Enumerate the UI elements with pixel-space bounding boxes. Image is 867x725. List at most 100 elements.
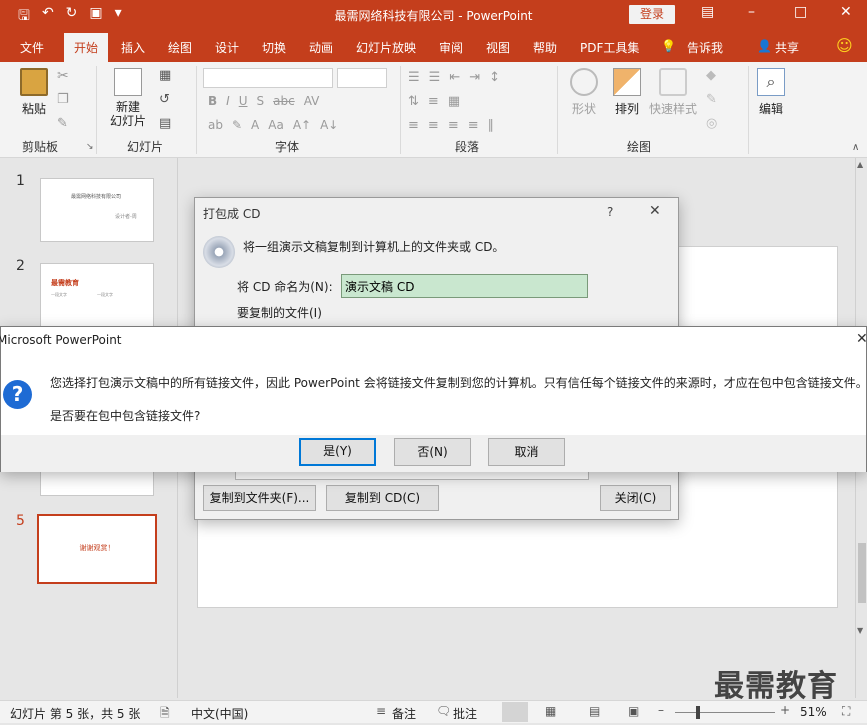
close-icon[interactable]: ✕ xyxy=(856,331,867,347)
notes-icon[interactable]: ≡ xyxy=(376,704,386,718)
slide-number: 2 xyxy=(16,258,25,274)
slide-thumbnail-4[interactable] xyxy=(40,468,154,496)
new-slide-button[interactable]: 新建 幻灯片 xyxy=(104,68,152,128)
scroll-up-icon[interactable]: ▲ xyxy=(857,160,863,169)
zoom-out-icon[interactable]: – xyxy=(658,703,664,717)
font-size-select[interactable] xyxy=(337,68,387,88)
tab-insert[interactable]: 插入 xyxy=(121,39,145,56)
zoom-slider[interactable] xyxy=(675,712,775,713)
shrink-font-icon[interactable]: A↓ xyxy=(320,118,338,132)
align-text-icon[interactable]: ≡ xyxy=(428,94,439,109)
align-left-icon[interactable]: ≡ xyxy=(408,118,419,133)
smartart-icon[interactable]: ▦ xyxy=(448,94,460,109)
shape-effects-icon[interactable]: ◎ xyxy=(706,116,717,131)
tab-view[interactable]: 视图 xyxy=(486,39,510,56)
text-effects-icon[interactable]: ab xyxy=(208,118,223,132)
editing-button[interactable]: ⌕ 编辑 xyxy=(754,68,788,117)
comments-icon[interactable]: 🗨 xyxy=(436,704,451,718)
tab-file[interactable]: 文件 xyxy=(20,39,44,56)
slide-thumbnail-1[interactable]: 最需网络科技有限公司 设计者-周 xyxy=(40,178,154,242)
shape-outline-icon[interactable]: ✎ xyxy=(706,92,717,107)
language-status[interactable]: 中文(中国) xyxy=(191,705,248,722)
dialog-launcher-icon[interactable]: ↘ xyxy=(86,142,94,152)
arrange-button[interactable]: 排列 xyxy=(610,68,644,117)
help-icon[interactable]: ? xyxy=(607,205,613,219)
decrease-indent-icon[interactable]: ⇤ xyxy=(449,70,460,85)
tab-animations[interactable]: 动画 xyxy=(309,39,333,56)
bullets-icon[interactable]: ☰ xyxy=(408,70,420,85)
fit-to-window-icon[interactable]: ⛶ xyxy=(842,704,850,719)
tab-draw[interactable]: 绘图 xyxy=(168,39,192,56)
feedback-smiley-icon[interactable]: ☺ xyxy=(836,36,853,55)
columns-icon[interactable]: ∥ xyxy=(488,118,495,133)
tell-me-search[interactable]: 告诉我 xyxy=(687,39,723,56)
line-spacing-icon[interactable]: ↕ xyxy=(489,70,500,85)
tab-design[interactable]: 设计 xyxy=(215,39,239,56)
ribbon-display-icon[interactable]: ▤ xyxy=(701,4,714,20)
zoom-level[interactable]: 51% xyxy=(800,705,827,719)
justify-icon[interactable]: ≡ xyxy=(468,118,479,133)
quick-styles-button[interactable]: 快速样式 xyxy=(647,68,699,117)
tab-home[interactable]: 开始 xyxy=(64,33,109,62)
spellcheck-icon[interactable]: 🗎 xyxy=(160,704,170,725)
copy-to-folder-button[interactable]: 复制到文件夹(F)... xyxy=(203,485,316,511)
close-icon[interactable]: ✕ xyxy=(649,203,661,219)
slide-thumbnail-2[interactable]: 最需教育 一段文字 一段文字 xyxy=(40,263,154,327)
reading-view-icon[interactable]: ▤ xyxy=(589,704,600,718)
cd-name-input[interactable] xyxy=(341,274,588,298)
shapes-button[interactable]: 形状 xyxy=(566,68,602,117)
copy-icon[interactable]: ❐ xyxy=(57,92,69,107)
char-spacing-icon[interactable]: AV xyxy=(304,94,320,108)
shadow-icon[interactable]: S xyxy=(257,94,265,108)
numbering-icon[interactable]: ☰ xyxy=(429,70,441,85)
notes-button[interactable]: 备注 xyxy=(392,705,416,722)
collapse-ribbon-icon[interactable]: ∧ xyxy=(852,142,859,153)
shape-fill-icon[interactable]: ◆ xyxy=(706,68,716,83)
paste-button[interactable]: 粘贴 xyxy=(14,68,54,117)
scroll-down-icon[interactable]: ▼ xyxy=(857,626,863,635)
align-right-icon[interactable]: ≡ xyxy=(448,118,459,133)
slide-thumbnail-5[interactable]: 谢谢观赏！ xyxy=(37,514,157,584)
maximize-icon[interactable]: □ xyxy=(794,4,807,20)
italic-icon[interactable]: I xyxy=(226,94,230,108)
copy-to-cd-button[interactable]: 复制到 CD(C) xyxy=(326,485,439,511)
login-button[interactable]: 登录 xyxy=(629,5,675,24)
tab-slideshow[interactable]: 幻灯片放映 xyxy=(356,39,416,56)
no-button[interactable]: 否(N) xyxy=(394,438,471,466)
font-color-icon[interactable]: A xyxy=(251,118,259,132)
strikethrough-icon[interactable]: abc xyxy=(273,94,295,108)
underline-icon[interactable]: U xyxy=(239,94,248,108)
bold-icon[interactable]: B xyxy=(208,94,217,108)
yes-button[interactable]: 是(Y) xyxy=(299,438,376,466)
text-direction-icon[interactable]: ⇅ xyxy=(408,94,419,109)
normal-view-icon[interactable] xyxy=(502,702,528,722)
close-icon[interactable]: ✕ xyxy=(840,4,852,20)
share-button[interactable]: 共享 xyxy=(775,39,799,56)
highlight-icon[interactable]: ✎ xyxy=(232,118,242,132)
close-button[interactable]: 关闭(C) xyxy=(600,485,671,511)
cancel-button[interactable]: 取消 xyxy=(488,438,565,466)
change-case-icon[interactable]: Aa xyxy=(268,118,284,132)
tab-transitions[interactable]: 切换 xyxy=(262,39,286,56)
scrollbar-thumb[interactable] xyxy=(858,543,866,603)
grow-font-icon[interactable]: A↑ xyxy=(293,118,311,132)
increase-indent-icon[interactable]: ⇥ xyxy=(469,70,480,85)
font-family-select[interactable] xyxy=(203,68,333,88)
align-center-icon[interactable]: ≡ xyxy=(428,118,439,133)
minimize-icon[interactable]: – xyxy=(748,4,755,20)
comments-button[interactable]: 批注 xyxy=(453,705,477,722)
dialog-button-bar: 是(Y) 否(N) 取消 xyxy=(1,435,866,472)
tab-review[interactable]: 审阅 xyxy=(439,39,463,56)
reset-icon[interactable]: ↺ xyxy=(159,92,170,107)
cut-icon[interactable]: ✂ xyxy=(57,68,69,84)
zoom-in-icon[interactable]: + xyxy=(780,703,790,717)
slideshow-view-icon[interactable]: ▣ xyxy=(628,704,639,718)
section-icon[interactable]: ▤ xyxy=(159,116,171,131)
tab-pdf-tools[interactable]: PDF工具集 xyxy=(580,39,639,56)
layout-icon[interactable]: ▦ xyxy=(159,68,171,83)
tab-help[interactable]: 帮助 xyxy=(533,39,557,56)
slide-sorter-icon[interactable]: ▦ xyxy=(545,704,556,718)
format-painter-icon[interactable]: ✎ xyxy=(57,116,68,131)
share-icon[interactable]: 👤 xyxy=(757,39,772,53)
zoom-slider-thumb[interactable] xyxy=(696,706,700,719)
